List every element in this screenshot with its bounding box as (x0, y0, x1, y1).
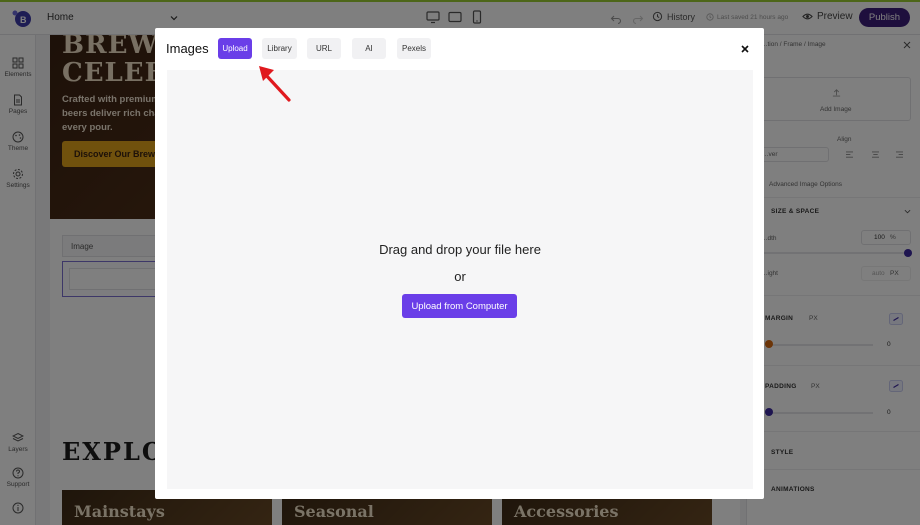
file-dropzone[interactable]: Drag and drop your file here or Upload f… (167, 70, 753, 489)
tab-upload[interactable]: Upload (218, 38, 252, 59)
tab-url[interactable]: URL (307, 38, 341, 59)
or-separator: or (454, 269, 466, 284)
images-modal: Images Upload Library URL AI Pexels Drag… (155, 28, 764, 499)
modal-title: Images (166, 41, 209, 56)
close-icon[interactable] (739, 43, 751, 55)
tab-pexels[interactable]: Pexels (397, 38, 431, 59)
red-arrow-icon (259, 66, 291, 102)
upload-from-computer-button[interactable]: Upload from Computer (402, 294, 517, 318)
drop-instructions: Drag and drop your file here (379, 242, 541, 257)
tab-ai[interactable]: AI (352, 38, 386, 59)
tab-library[interactable]: Library (262, 38, 297, 59)
